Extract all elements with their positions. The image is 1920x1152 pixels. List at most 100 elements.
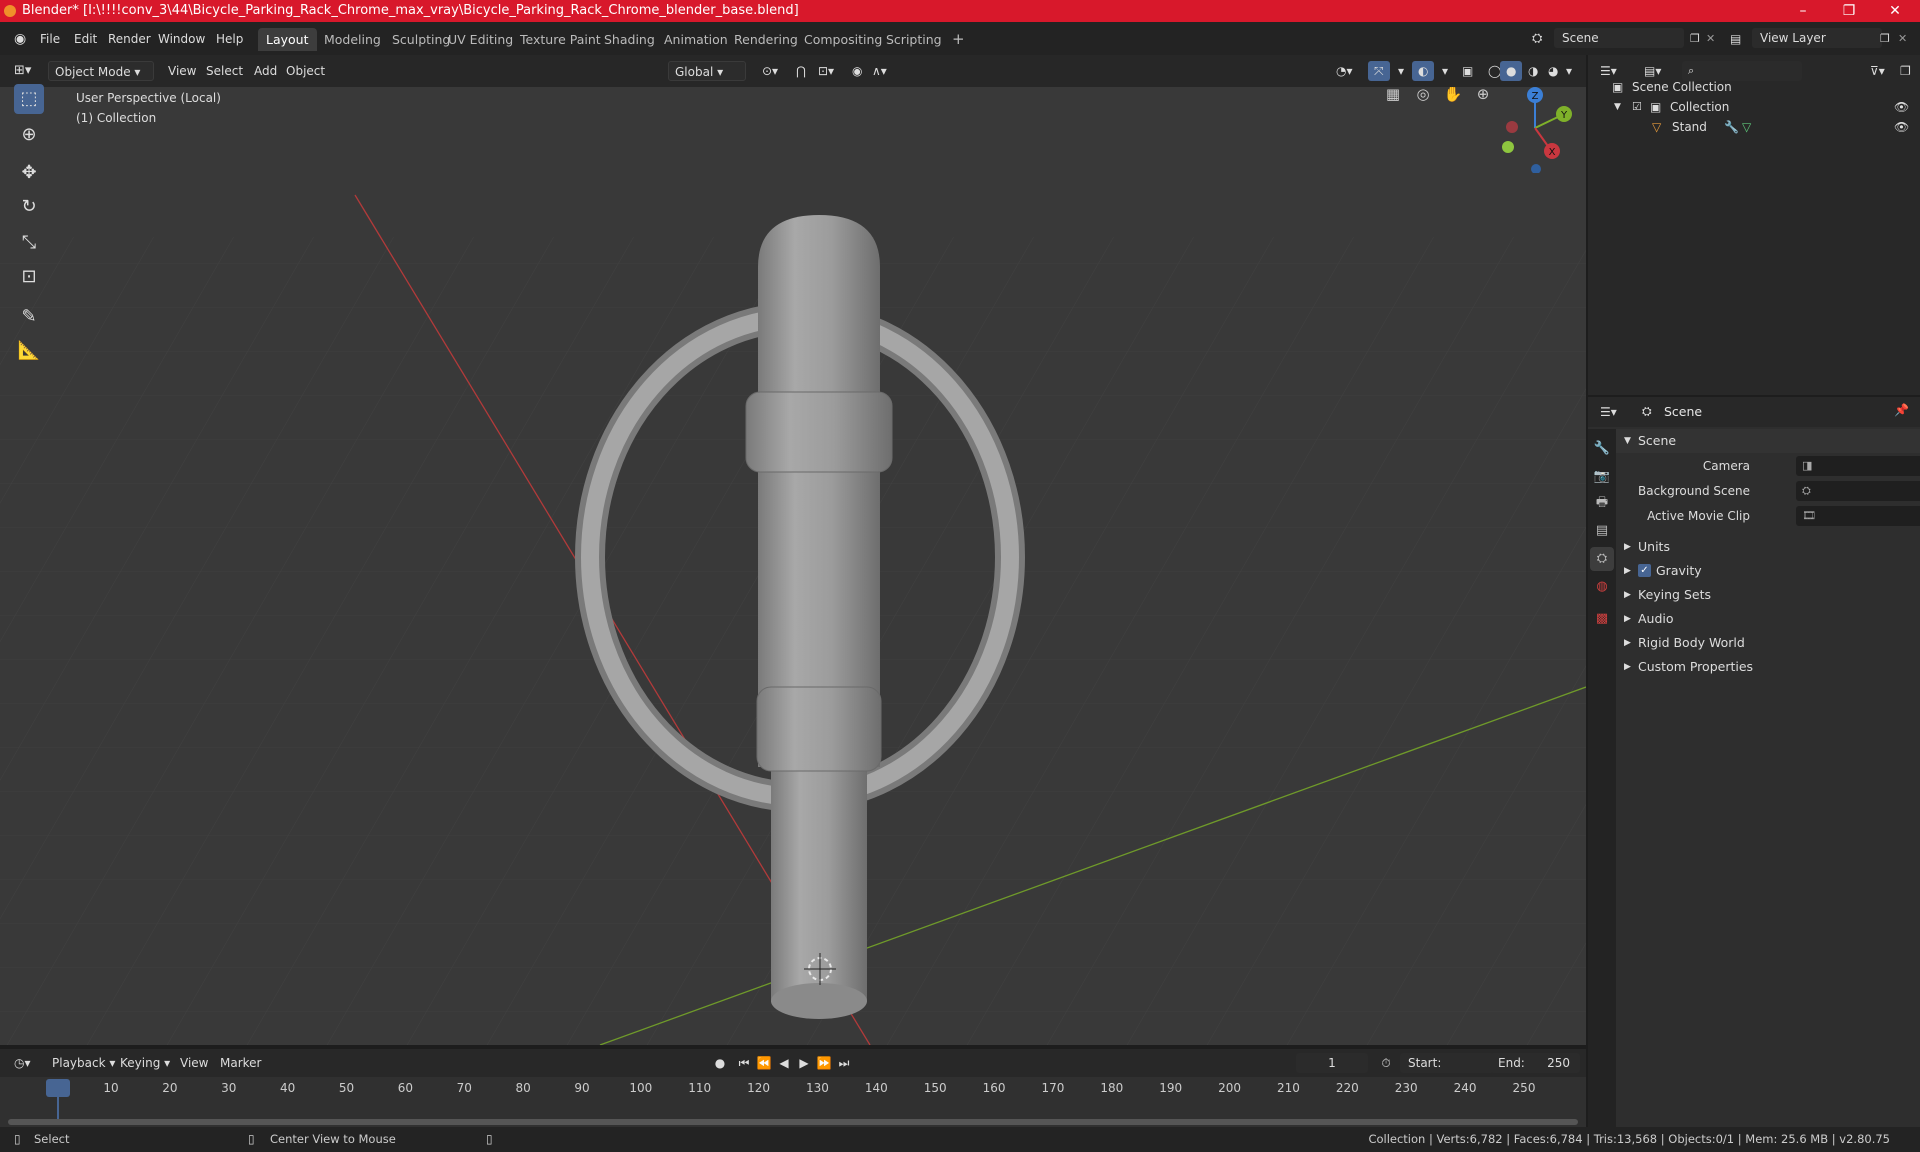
snap-target-icon[interactable]: ⊡▾	[812, 61, 840, 81]
outliner-row-stand[interactable]: ▽ Stand 🔧 ▽ 👁	[1588, 117, 1920, 137]
mesh-data-icon[interactable]: ▽	[1742, 117, 1751, 137]
marker-menu[interactable]: Marker	[214, 1053, 267, 1073]
expand-arrow-icon[interactable]: ▼	[1614, 97, 1621, 117]
tab-compositing[interactable]: Compositing	[796, 28, 890, 51]
overlay-toggle-icon[interactable]: ◐	[1412, 61, 1435, 81]
modifier-wrench-icon[interactable]: 🔧	[1724, 117, 1739, 137]
outliner-row-collection[interactable]: ▼ ☑ ▣ Collection 👁	[1588, 97, 1920, 117]
audio-panel[interactable]: ▶ Audio	[1616, 607, 1920, 631]
viewport-canvas[interactable]	[0, 87, 1586, 1045]
close-button[interactable]: ✕	[1872, 0, 1918, 22]
timeline-scrollbar[interactable]	[8, 1119, 1578, 1125]
shading-dropdown-icon[interactable]: ▾	[1560, 61, 1578, 81]
pin-icon[interactable]: 📌	[1894, 403, 1909, 417]
scene-tab-icon[interactable]: ⛭	[1590, 547, 1614, 571]
scene-selector[interactable]: Scene	[1554, 28, 1684, 48]
end-frame-field[interactable]: End: 250	[1490, 1053, 1580, 1073]
snap-icon[interactable]: ⋂	[790, 61, 812, 81]
background-scene-field[interactable]: ⛭	[1796, 481, 1920, 501]
outliner-row-scene-collection[interactable]: ▣ Scene Collection	[1588, 77, 1920, 97]
jump-start-icon[interactable]: ⏮	[734, 1054, 754, 1072]
record-icon[interactable]: ●	[710, 1054, 730, 1072]
render-tab-icon[interactable]: 📷	[1590, 465, 1614, 489]
gravity-panel[interactable]: ▶ ✓ Gravity	[1616, 559, 1920, 583]
current-frame-field[interactable]: 1	[1296, 1053, 1368, 1073]
eye-icon[interactable]: 👁	[1894, 117, 1909, 137]
properties-editor-icon[interactable]: ☰▾	[1594, 402, 1623, 422]
rigid-body-world-panel[interactable]: ▶ Rigid Body World	[1616, 631, 1920, 655]
texture-tab-icon[interactable]: ▩	[1590, 607, 1614, 631]
tool-tab-icon[interactable]: 🔧	[1590, 437, 1614, 461]
blender-menu-icon[interactable]: ◉	[8, 29, 32, 49]
maximize-button[interactable]: ❐	[1826, 0, 1872, 22]
scene-icon[interactable]: ⛭	[1526, 29, 1548, 49]
tab-modeling[interactable]: Modeling	[316, 28, 389, 51]
tab-shading[interactable]: Shading	[596, 28, 663, 51]
keying-sets-panel[interactable]: ▶ Keying Sets	[1616, 583, 1920, 607]
scale-tool-icon[interactable]: ⤡	[14, 228, 44, 258]
add-workspace-icon[interactable]: +	[944, 28, 973, 51]
editor-type-icon[interactable]: ⊞▾	[8, 61, 37, 81]
view-layer-selector[interactable]: View Layer	[1752, 28, 1882, 48]
tab-uv-editing[interactable]: UV Editing	[440, 28, 521, 51]
menu-file[interactable]: File	[34, 29, 66, 49]
3d-viewport[interactable]: User Perspective (Local) (1) Collection …	[0, 87, 1586, 1045]
jump-keyframe-back-icon[interactable]: ⏪	[754, 1054, 774, 1072]
timeline-area[interactable]: 1102030405060708090100110120130140150160…	[0, 1077, 1586, 1127]
jump-keyframe-forward-icon[interactable]: ⏩	[814, 1054, 834, 1072]
menu-render[interactable]: Render	[102, 29, 157, 49]
gravity-checkbox[interactable]: ✓	[1638, 564, 1651, 577]
keying-menu[interactable]: Keying ▾	[114, 1053, 176, 1073]
jump-end-icon[interactable]: ⏭	[834, 1054, 854, 1072]
timeline-editor-icon[interactable]: ◷▾	[8, 1053, 37, 1073]
scene-panel-header[interactable]: ▼ Scene	[1616, 429, 1920, 453]
menu-help[interactable]: Help	[210, 29, 249, 49]
units-panel[interactable]: ▶ Units	[1616, 535, 1920, 559]
cursor-tool-icon[interactable]: ⊕	[14, 120, 44, 150]
menu-window[interactable]: Window	[152, 29, 211, 49]
camera-field[interactable]: ◨✒	[1796, 456, 1920, 476]
pivot-icon[interactable]: ⊙▾	[756, 61, 784, 81]
view-layer-tab-icon[interactable]: ▤	[1590, 519, 1614, 543]
view-layer-icon[interactable]: ▤	[1724, 29, 1747, 49]
tab-scripting[interactable]: Scripting	[878, 28, 950, 51]
custom-properties-panel[interactable]: ▶ Custom Properties	[1616, 655, 1920, 679]
menu-edit[interactable]: Edit	[68, 29, 103, 49]
stopwatch-icon[interactable]: ⏱	[1376, 1054, 1396, 1072]
tab-rendering[interactable]: Rendering	[726, 28, 806, 51]
move-tool-icon[interactable]: ✥	[14, 158, 44, 188]
mode-selector[interactable]: Object Mode ▾	[48, 61, 154, 81]
eye-icon[interactable]: 👁	[1894, 97, 1909, 117]
delete-scene-icon[interactable]: ✕	[1700, 29, 1721, 49]
world-tab-icon[interactable]: ◍	[1590, 575, 1614, 599]
measure-tool-icon[interactable]: 📐	[14, 336, 44, 366]
menu-view[interactable]: View	[162, 61, 202, 81]
gizmo-dropdown-icon[interactable]: ▾	[1392, 61, 1410, 81]
playback-menu[interactable]: Playback ▾	[46, 1053, 121, 1073]
tab-layout[interactable]: Layout	[258, 28, 317, 51]
gizmo-toggle-icon[interactable]: ⤧	[1368, 61, 1390, 81]
menu-select[interactable]: Select	[200, 61, 249, 81]
overlay-dropdown-icon[interactable]: ▾	[1436, 61, 1454, 81]
tab-texture-paint[interactable]: Texture Paint	[512, 28, 609, 51]
xray-icon[interactable]: ▣	[1456, 61, 1479, 81]
menu-object[interactable]: Object	[280, 61, 331, 81]
delete-view-layer-icon[interactable]: ✕	[1892, 29, 1913, 49]
checkbox-icon[interactable]: ☑	[1632, 97, 1642, 117]
select-box-tool-icon[interactable]: ⬚	[14, 84, 44, 114]
navigation-gizmo[interactable]: Z Y X	[1490, 87, 1580, 173]
timeline-view-menu[interactable]: View	[174, 1053, 214, 1073]
solid-shading-icon[interactable]: ●	[1500, 61, 1523, 81]
transform-tool-icon[interactable]: ⊡	[14, 262, 44, 292]
tab-animation[interactable]: Animation	[656, 28, 736, 51]
active-movie-clip-field[interactable]: 🎞	[1796, 506, 1920, 526]
play-icon[interactable]: ▶	[794, 1054, 814, 1072]
visibility-icon[interactable]: ◔▾	[1330, 61, 1359, 81]
transform-orientation[interactable]: Global ▾	[668, 61, 746, 81]
playhead[interactable]	[46, 1079, 70, 1097]
menu-add[interactable]: Add	[248, 61, 283, 81]
annotate-tool-icon[interactable]: ✎	[14, 302, 44, 332]
rotate-tool-icon[interactable]: ↻	[14, 192, 44, 222]
output-tab-icon[interactable]: 🖶	[1590, 491, 1614, 515]
minimize-button[interactable]: –	[1780, 0, 1826, 22]
